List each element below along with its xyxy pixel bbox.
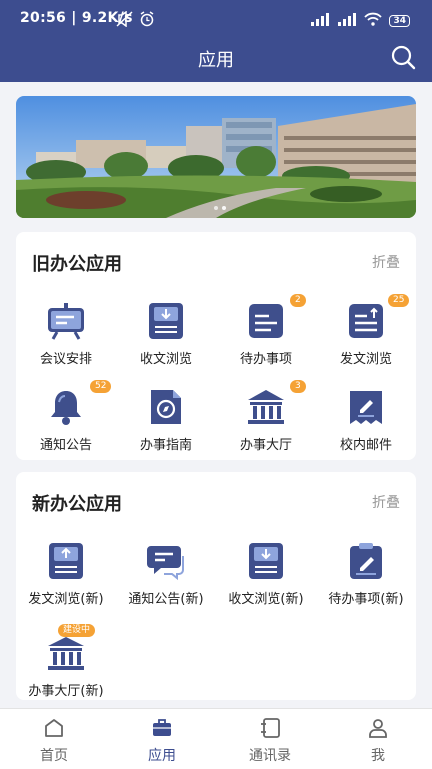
notices-badge: 52 <box>90 380 112 393</box>
app-label: 通知公告(新) <box>128 592 204 607</box>
status-bar: 20:56 | 9.2K/s 34 <box>0 0 432 40</box>
outbox-document-icon <box>345 300 387 342</box>
battery-indicator: 34 <box>389 14 410 27</box>
old-apps-collapse-button[interactable]: 折叠 <box>372 252 400 272</box>
outbox-document-icon <box>45 540 87 582</box>
app-label: 收文浏览 <box>139 352 192 367</box>
bottom-tab-bar: 首页 应用 通讯录 我 <box>0 708 432 769</box>
compass-document-icon <box>145 386 187 428</box>
tab-label: 通讯录 <box>249 748 291 764</box>
signal-icon-2 <box>337 11 357 30</box>
person-icon <box>369 719 387 738</box>
app-sent-docs-new[interactable]: 发文浏览(新) <box>16 540 116 620</box>
app-bar: 应用 <box>0 40 432 82</box>
search-icon[interactable] <box>390 44 416 70</box>
bell-icon <box>45 386 87 428</box>
tab-label: 应用 <box>148 748 176 764</box>
meeting-screen-icon <box>45 300 87 342</box>
old-apps-card: 旧办公应用 折叠 会议安排 收文浏览 2 待办事项 25 发文浏览 52 通知公… <box>16 232 416 460</box>
app-notices[interactable]: 52 通知公告 <box>16 380 116 466</box>
home-icon <box>45 719 63 737</box>
mail-pen-icon <box>345 386 387 428</box>
app-label: 办事大厅 <box>239 438 292 453</box>
app-service-hall-new[interactable]: 建设中 办事大厅(新) <box>16 624 116 712</box>
chat-bubble-icon <box>145 540 187 582</box>
tab-apps[interactable]: 应用 <box>108 709 216 769</box>
app-label: 发文浏览 <box>339 352 392 367</box>
todo-badge: 2 <box>290 294 306 307</box>
clipboard-pen-icon <box>345 540 387 582</box>
app-notices-new[interactable]: 通知公告(新) <box>116 540 216 620</box>
app-todo[interactable]: 2 待办事项 <box>216 294 316 380</box>
wifi-icon <box>364 11 383 30</box>
app-label: 会议安排 <box>39 352 92 367</box>
tab-me[interactable]: 我 <box>324 709 432 769</box>
app-label: 校内邮件 <box>339 438 392 453</box>
hall-building-icon <box>245 386 287 428</box>
hall-badge: 3 <box>290 380 306 393</box>
sent-docs-badge: 25 <box>388 294 410 307</box>
hall-building-icon <box>45 632 87 674</box>
tab-label: 我 <box>371 748 385 764</box>
contacts-icon <box>261 718 280 738</box>
app-campus-mail[interactable]: 校内邮件 <box>316 386 416 466</box>
todo-list-icon <box>245 300 287 342</box>
mute-icon <box>116 10 134 31</box>
app-label: 通知公告 <box>39 438 92 453</box>
new-apps-collapse-button[interactable]: 折叠 <box>372 492 400 512</box>
inbox-document-icon <box>145 300 187 342</box>
app-received-docs-new[interactable]: 收文浏览(新) <box>216 540 316 620</box>
app-sent-docs[interactable]: 25 发文浏览 <box>316 294 416 380</box>
app-label: 收文浏览(新) <box>228 592 304 607</box>
old-apps-title: 旧办公应用 <box>32 254 122 275</box>
app-label: 待办事项 <box>239 352 292 367</box>
under-construction-badge: 建设中 <box>58 624 96 637</box>
app-guide[interactable]: 办事指南 <box>116 386 216 466</box>
app-label: 待办事项(新) <box>328 592 404 607</box>
new-apps-title: 新办公应用 <box>32 494 122 515</box>
app-received-docs[interactable]: 收文浏览 <box>116 300 216 380</box>
app-todo-new[interactable]: 待办事项(新) <box>316 540 416 620</box>
inbox-document-icon <box>245 540 287 582</box>
app-meeting-schedule[interactable]: 会议安排 <box>16 300 116 380</box>
tab-contacts[interactable]: 通讯录 <box>216 709 324 769</box>
new-apps-card: 新办公应用 折叠 发文浏览(新) 通知公告(新) 收文浏览(新) 待办事项(新)… <box>16 472 416 700</box>
tab-label: 首页 <box>40 748 68 764</box>
signal-icon <box>310 11 330 30</box>
app-label: 办事指南 <box>139 438 192 453</box>
alarm-icon <box>139 11 155 31</box>
page-title: 应用 <box>198 50 234 71</box>
app-label: 办事大厅(新) <box>28 684 104 699</box>
tab-home[interactable]: 首页 <box>0 709 108 769</box>
app-service-hall[interactable]: 3 办事大厅 <box>216 380 316 466</box>
app-label: 发文浏览(新) <box>28 592 104 607</box>
campus-banner[interactable] <box>16 96 416 218</box>
briefcase-icon <box>153 719 171 736</box>
